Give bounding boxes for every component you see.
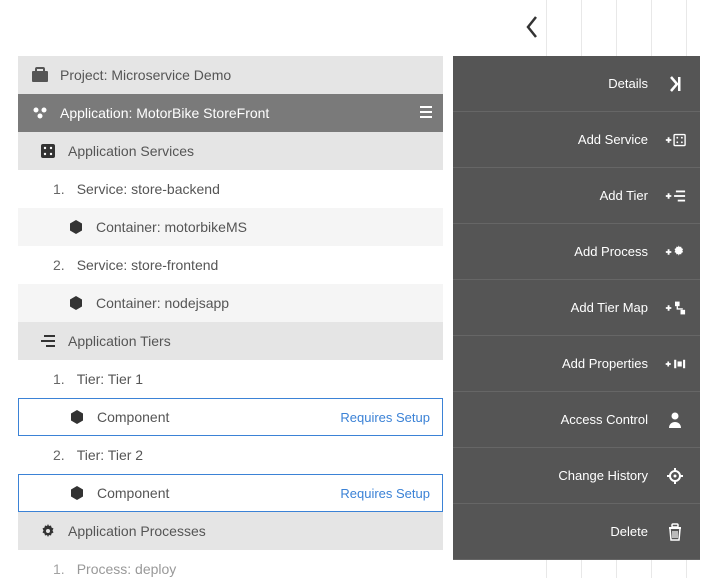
menu-label: Add Properties	[562, 356, 648, 371]
service-label: Service: store-backend	[77, 181, 220, 197]
service-label: Service: store-frontend	[77, 257, 219, 273]
app-dots-icon	[30, 103, 50, 123]
number-prefix: 2.	[53, 447, 65, 463]
menu-access-control[interactable]: Access Control	[453, 392, 700, 448]
container-label: Container: nodejsapp	[96, 295, 229, 311]
person-icon	[664, 409, 686, 431]
container-label: Container: motorbikeMS	[96, 219, 247, 235]
number-prefix: 1.	[53, 371, 65, 387]
project-row[interactable]: Project: Microservice Demo	[18, 56, 443, 94]
add-tier-icon	[664, 185, 686, 207]
requires-setup-badge[interactable]: Requires Setup	[340, 486, 430, 501]
hexagon-icon	[67, 407, 87, 427]
app-tiers-row[interactable]: Application Tiers	[18, 322, 443, 360]
action-menu: Details Add Service Add Tier Add Process…	[453, 56, 700, 560]
container-row-2[interactable]: Container: nodejsapp	[18, 284, 443, 322]
application-label: Application: MotorBike StoreFront	[60, 105, 269, 121]
back-chevron-icon[interactable]	[524, 15, 540, 44]
add-process-icon	[664, 241, 686, 263]
process-row-1[interactable]: 1. Process: deploy	[18, 550, 443, 588]
number-prefix: 1.	[53, 561, 65, 577]
menu-add-process[interactable]: Add Process	[453, 224, 700, 280]
service-row-2[interactable]: 2. Service: store-frontend	[18, 246, 443, 284]
requires-setup-badge[interactable]: Requires Setup	[340, 410, 430, 425]
app-services-label: Application Services	[68, 143, 194, 159]
container-row-1[interactable]: Container: motorbikeMS	[18, 208, 443, 246]
application-row[interactable]: Application: MotorBike StoreFront	[18, 94, 443, 132]
number-prefix: 1.	[53, 181, 65, 197]
menu-label: Add Tier	[600, 188, 648, 203]
number-prefix: 2.	[53, 257, 65, 273]
menu-label: Delete	[610, 524, 648, 539]
app-processes-label: Application Processes	[68, 523, 206, 539]
hamburger-menu-icon[interactable]	[419, 105, 433, 122]
tier-label: Tier: Tier 1	[77, 371, 143, 387]
app-tiers-label: Application Tiers	[68, 333, 171, 349]
trash-icon	[664, 521, 686, 543]
tree-panel: Project: Microservice Demo Application: …	[18, 56, 443, 588]
menu-label: Add Tier Map	[571, 300, 648, 315]
hexagon-icon	[66, 293, 86, 313]
add-service-icon	[664, 129, 686, 151]
app-processes-row[interactable]: Application Processes	[18, 512, 443, 550]
app-services-row[interactable]: Application Services	[18, 132, 443, 170]
menu-add-tier[interactable]: Add Tier	[453, 168, 700, 224]
menu-label: Access Control	[561, 412, 648, 427]
menu-change-history[interactable]: Change History	[453, 448, 700, 504]
hexagon-icon	[66, 217, 86, 237]
menu-label: Change History	[558, 468, 648, 483]
hexagon-icon	[67, 483, 87, 503]
service-row-1[interactable]: 1. Service: store-backend	[18, 170, 443, 208]
tier-row-2[interactable]: 2. Tier: Tier 2	[18, 436, 443, 474]
menu-label: Add Service	[578, 132, 648, 147]
menu-add-tier-map[interactable]: Add Tier Map	[453, 280, 700, 336]
component-label: Component	[97, 485, 169, 501]
grid-icon	[38, 141, 58, 161]
menu-label: Details	[608, 76, 648, 91]
menu-add-service[interactable]: Add Service	[453, 112, 700, 168]
add-properties-icon	[664, 353, 686, 375]
menu-label: Add Process	[574, 244, 648, 259]
component-row-1[interactable]: Component Requires Setup	[18, 398, 443, 436]
tiers-icon	[38, 331, 58, 351]
add-tier-map-icon	[664, 297, 686, 319]
component-row-2[interactable]: Component Requires Setup	[18, 474, 443, 512]
menu-add-properties[interactable]: Add Properties	[453, 336, 700, 392]
briefcase-icon	[30, 65, 50, 85]
menu-details[interactable]: Details	[453, 56, 700, 112]
target-icon	[664, 465, 686, 487]
tier-row-1[interactable]: 1. Tier: Tier 1	[18, 360, 443, 398]
component-label: Component	[97, 409, 169, 425]
gear-icon	[38, 521, 58, 541]
project-label: Project: Microservice Demo	[60, 67, 231, 83]
process-label: Process: deploy	[77, 561, 177, 577]
menu-delete[interactable]: Delete	[453, 504, 700, 560]
tier-label: Tier: Tier 2	[77, 447, 143, 463]
details-icon	[664, 73, 686, 95]
